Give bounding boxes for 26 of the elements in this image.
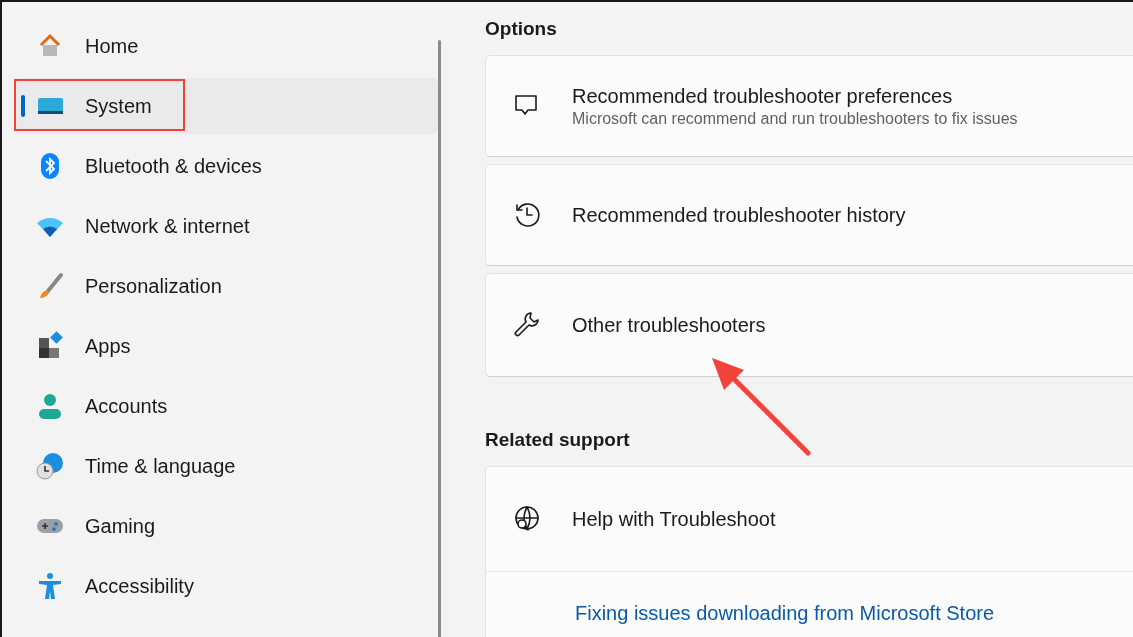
globe-search-icon (512, 504, 542, 534)
sidebar-item[interactable]: Apps (14, 318, 438, 374)
settings-card[interactable]: Other troubleshooters (485, 273, 1133, 377)
settings-card[interactable]: Recommended troubleshooter preferences Microsoft can recommend and run troubleshooters to fix issues (485, 55, 1133, 157)
scrollbar[interactable] (438, 40, 441, 637)
sidebar-item[interactable]: Home (14, 18, 438, 74)
section-heading: Options (485, 18, 558, 40)
sidebar-item[interactable]: Personalization (14, 258, 438, 314)
selection-indicator (21, 95, 25, 117)
globe-clock-icon (35, 451, 65, 481)
section-heading: Related support (485, 429, 631, 451)
support-header: Help with Troubleshoot (572, 507, 776, 531)
settings-card[interactable]: Recommended troubleshooter history (485, 164, 1133, 266)
wrench-icon (512, 310, 542, 340)
help-link[interactable]: Fixing issues downloading from Microsoft Store (575, 602, 995, 624)
card-description: Microsoft can recommend and run troubleshooters to fix issues (572, 109, 1018, 128)
card-title: Other troubleshooters (572, 313, 766, 337)
sidebar-item[interactable]: System (14, 78, 438, 134)
sidebar-item[interactable]: Gaming (14, 498, 438, 554)
sidebar-item[interactable]: Accounts (14, 378, 438, 434)
sidebar-item[interactable]: Network & internet (14, 198, 438, 254)
sidebar-item[interactable]: Bluetooth & devices (14, 138, 438, 194)
sidebar-item[interactable]: Accessibility (14, 558, 438, 614)
card-title: Recommended troubleshooter history (572, 203, 906, 227)
sidebar-item[interactable]: Time & language (14, 438, 438, 494)
card-title: Recommended troubleshooter preferences (572, 84, 954, 108)
